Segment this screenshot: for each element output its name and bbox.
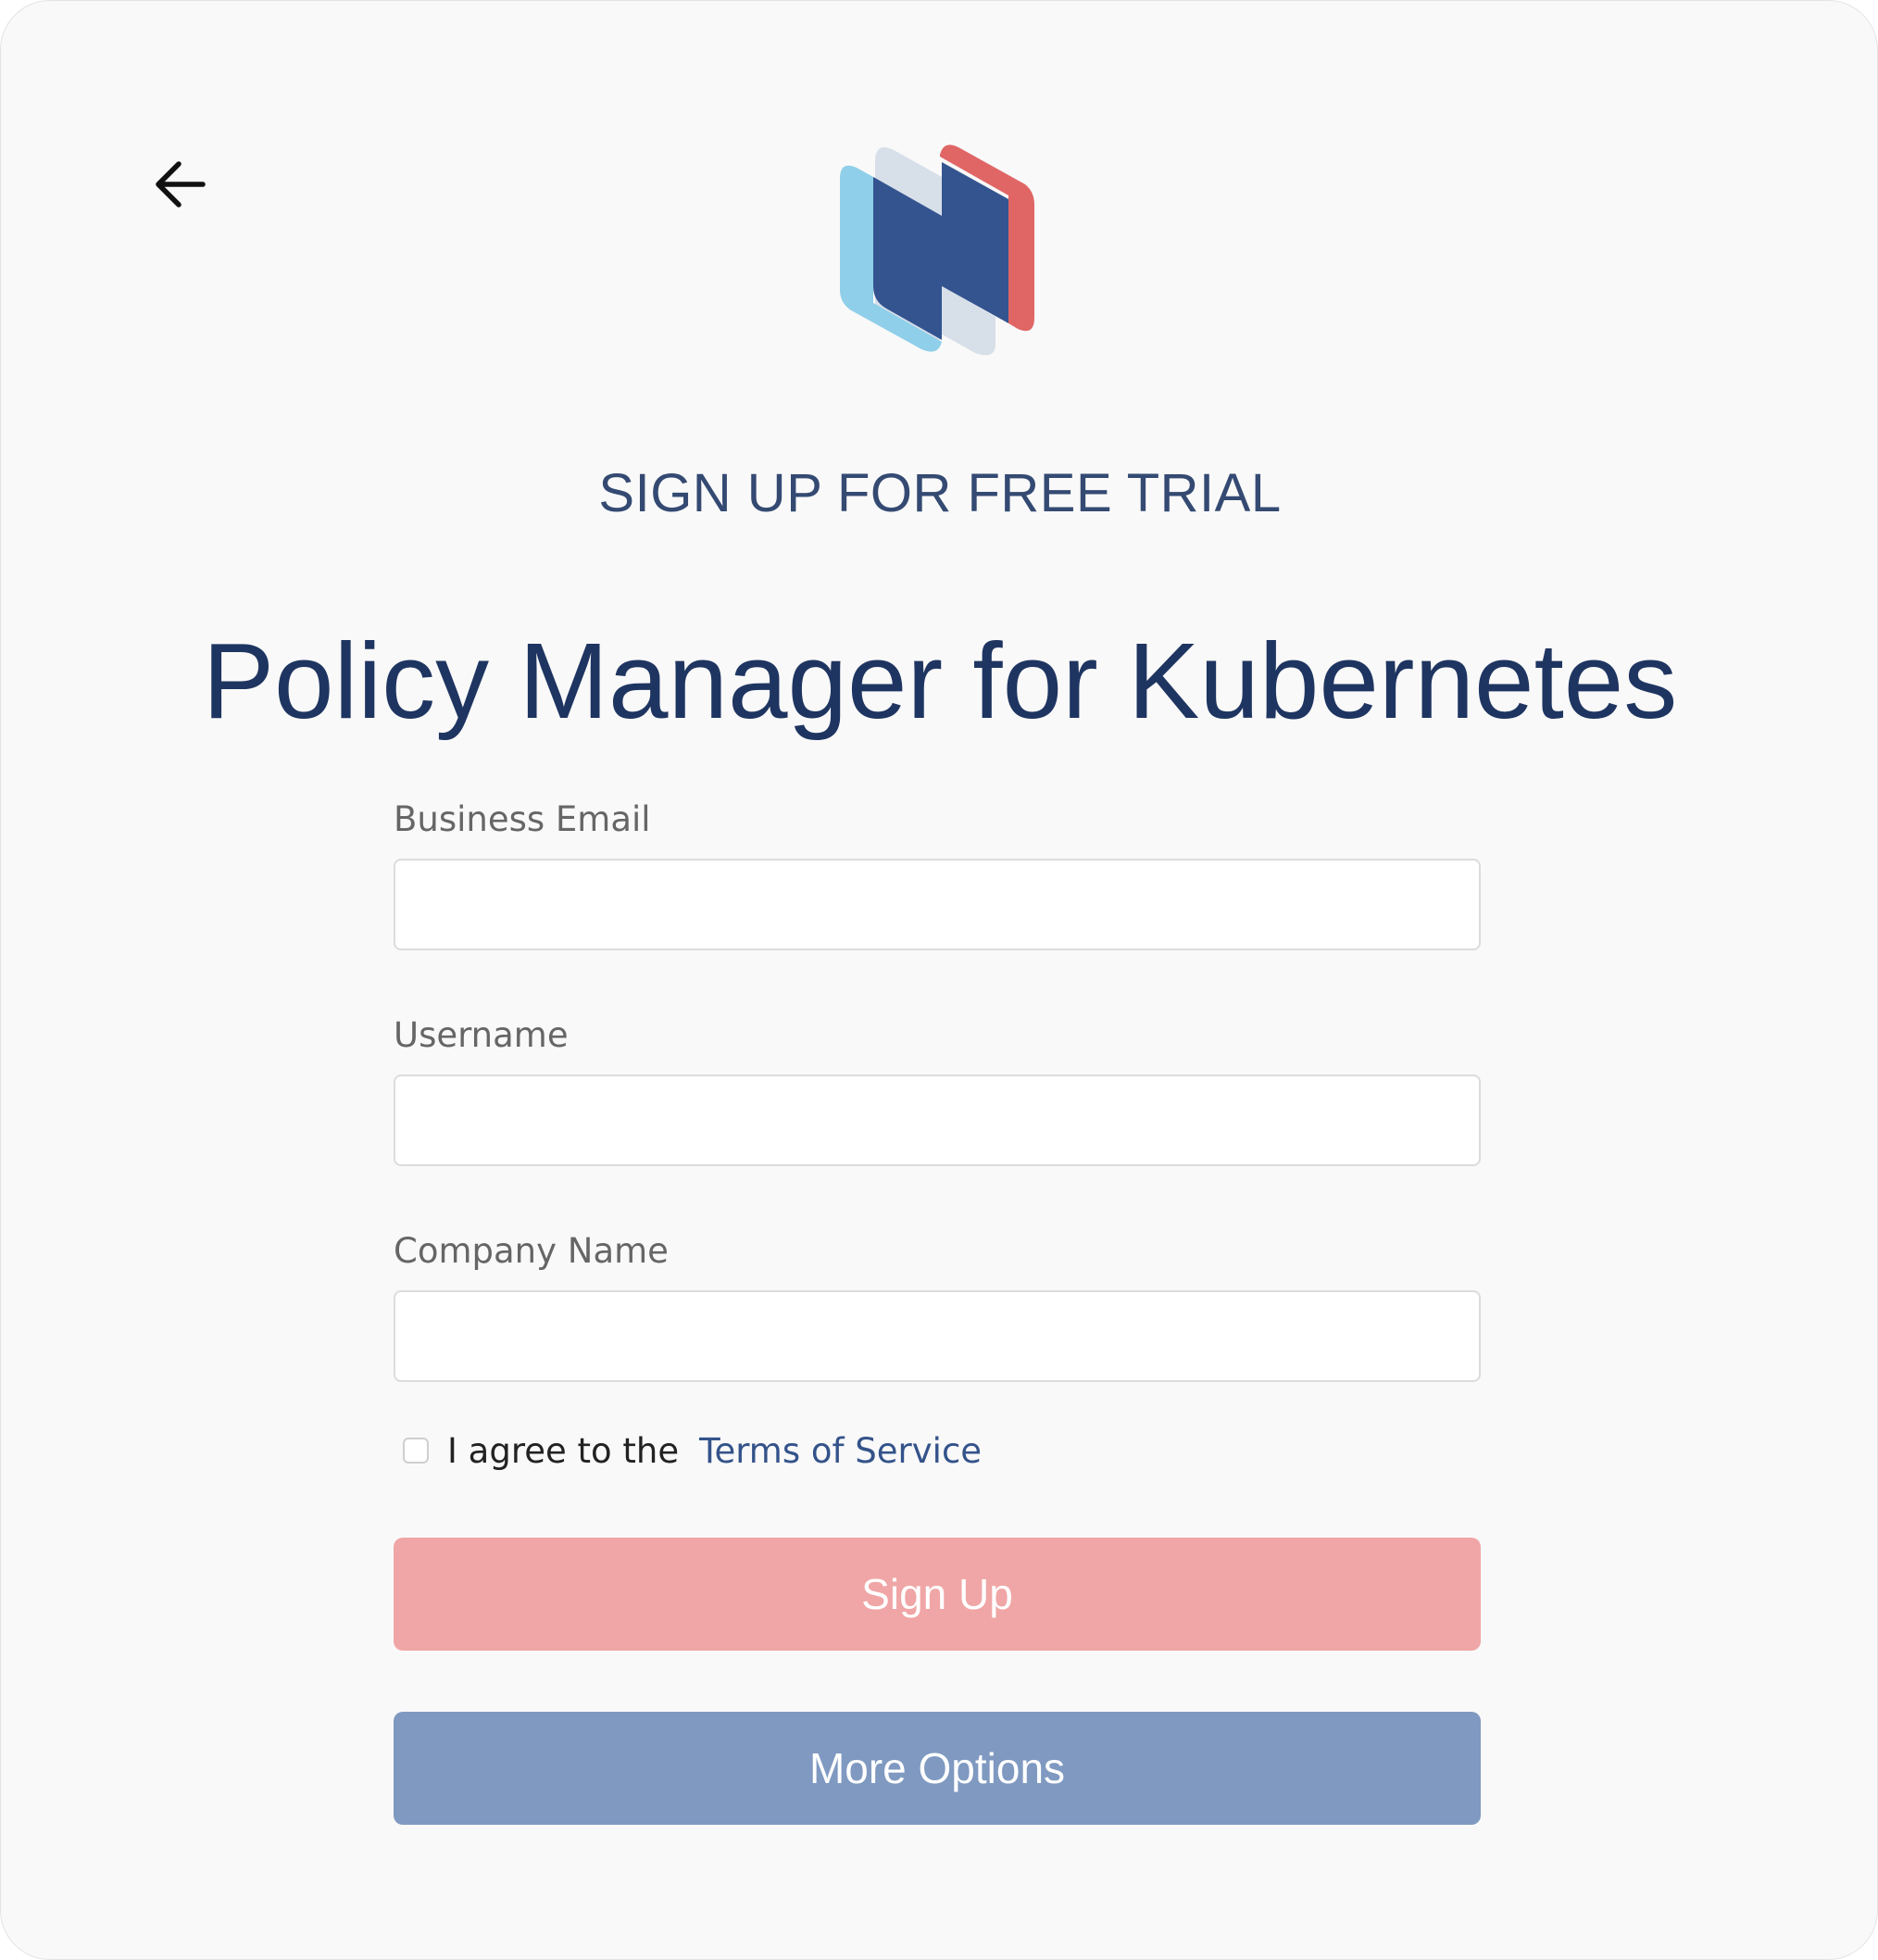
sign-up-button[interactable]: Sign Up [394,1538,1481,1651]
username-field[interactable] [394,1074,1481,1166]
arrow-left-icon [156,161,206,207]
agree-label: I agree to the [447,1430,680,1471]
email-label: Business Email [394,799,651,839]
back-button[interactable] [142,145,219,223]
company-label: Company Name [394,1231,669,1271]
signup-form: Business Email Username Company Name I a… [394,794,1481,1825]
username-field-group: Username [394,1010,1481,1166]
signup-window: SIGN UP FOR FREE TRIAL Policy Manager fo… [0,0,1878,1960]
email-field-group: Business Email [394,794,1481,950]
sign-up-button-label: Sign Up [861,1570,1013,1618]
terms-agreement-row: I agree to the Terms of Service [394,1421,1481,1480]
more-options-button[interactable]: More Options [394,1712,1481,1825]
email-field[interactable] [394,859,1481,950]
company-field-group: Company Name [394,1225,1481,1382]
company-field[interactable] [394,1290,1481,1382]
terms-checkbox[interactable] [403,1438,429,1464]
page-title: Policy Manager for Kubernetes [202,621,1678,741]
username-label: Username [394,1015,569,1055]
terms-of-service-link[interactable]: Terms of Service [699,1431,982,1471]
brand-logo-icon [840,144,1034,356]
signup-eyebrow: SIGN UP FOR FREE TRIAL [598,463,1282,523]
more-options-button-label: More Options [808,1744,1066,1792]
